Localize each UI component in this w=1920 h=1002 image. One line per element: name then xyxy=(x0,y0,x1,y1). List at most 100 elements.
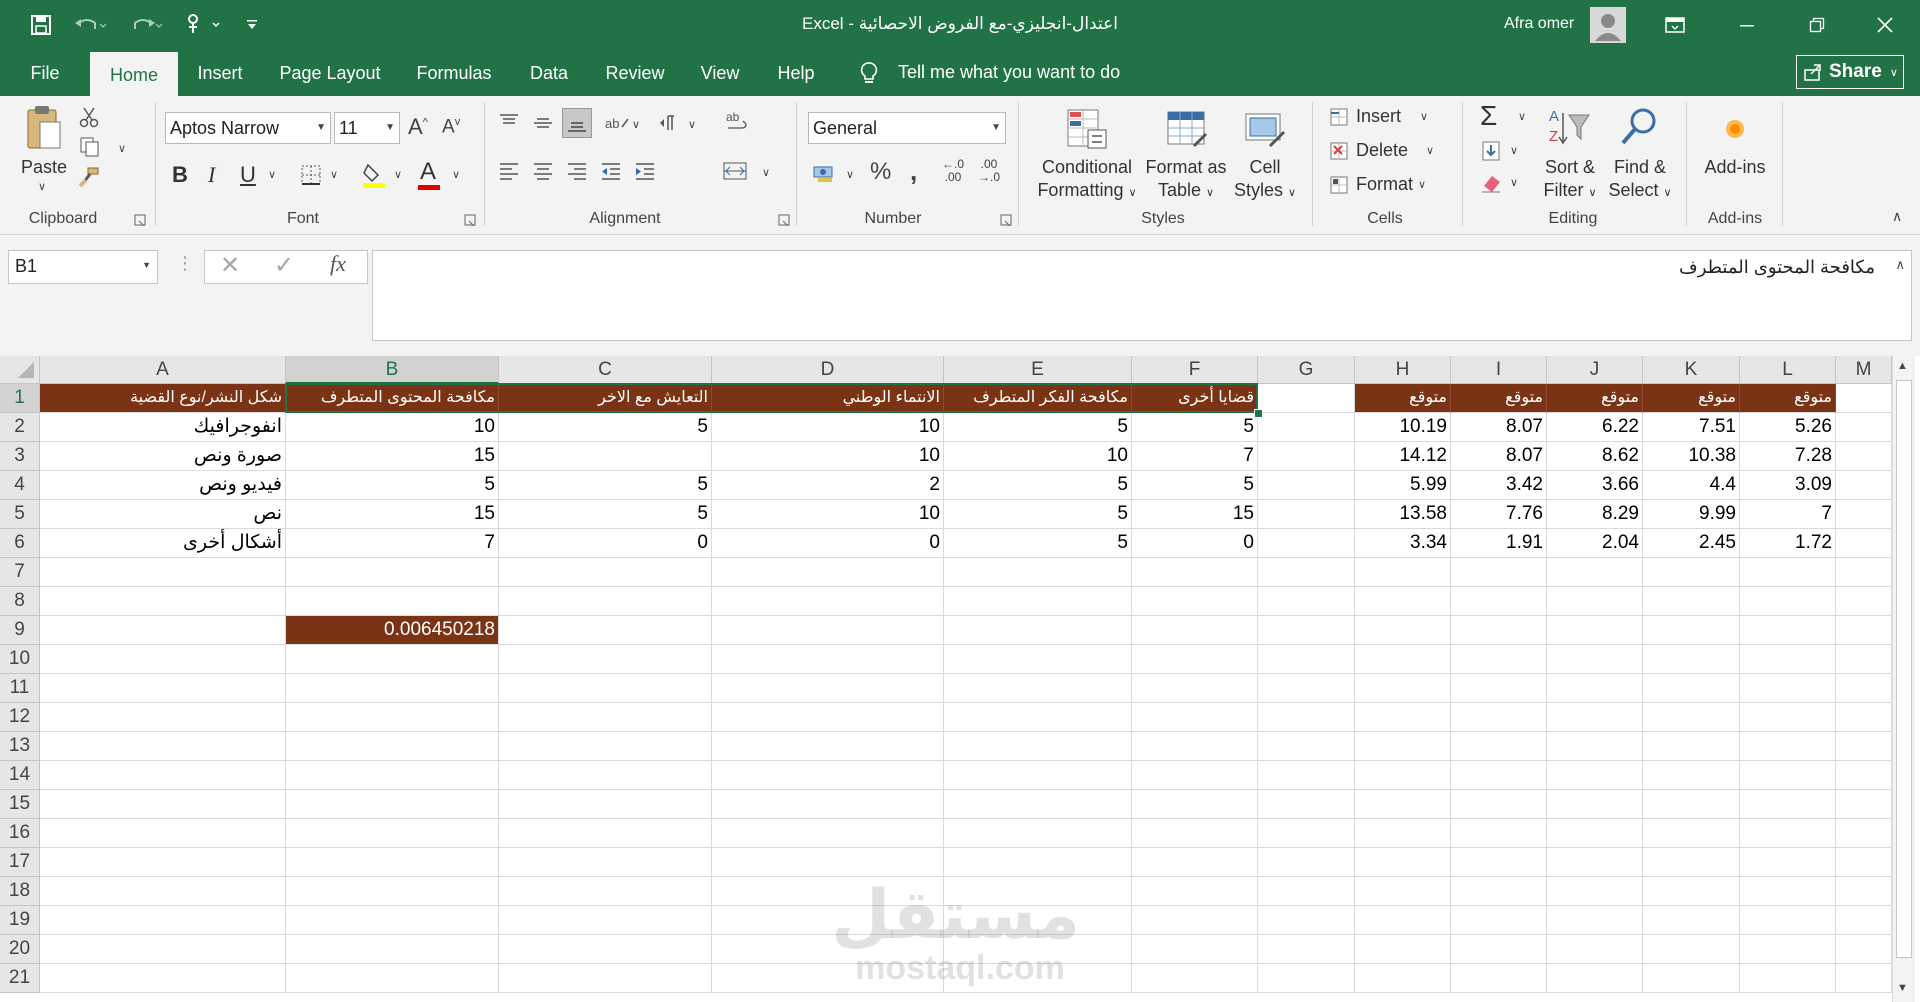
table-cell[interactable] xyxy=(1836,790,1892,819)
table-cell[interactable] xyxy=(1643,761,1740,790)
row-header[interactable]: 3 xyxy=(0,442,40,471)
table-cell[interactable] xyxy=(944,558,1132,587)
number-format-select[interactable]: General ▼ xyxy=(808,112,1006,144)
table-cell[interactable] xyxy=(1258,471,1355,500)
table-cell[interactable] xyxy=(286,964,499,993)
paste-icon[interactable] xyxy=(22,102,66,154)
value-cell[interactable]: 5 xyxy=(1132,471,1258,500)
table-cell[interactable] xyxy=(499,558,712,587)
table-cell[interactable] xyxy=(1258,645,1355,674)
row-header[interactable]: 18 xyxy=(0,877,40,906)
share-button[interactable]: Share ∨ xyxy=(1796,55,1904,89)
table-cell[interactable] xyxy=(286,587,499,616)
tab-formulas[interactable]: Formulas xyxy=(406,50,502,96)
tab-help[interactable]: Help xyxy=(766,50,826,96)
borders-icon[interactable] xyxy=(298,162,324,188)
table-cell[interactable] xyxy=(1258,500,1355,529)
table-cell[interactable] xyxy=(1836,471,1892,500)
header-cell[interactable]: الانتماء الوطني xyxy=(712,384,944,413)
tab-review[interactable]: Review xyxy=(596,50,674,96)
table-cell[interactable] xyxy=(944,587,1132,616)
bottom-align-icon[interactable] xyxy=(562,108,592,138)
table-cell[interactable] xyxy=(1258,703,1355,732)
table-cell[interactable] xyxy=(1132,616,1258,645)
chevron-down-icon[interactable]: ∨ xyxy=(632,118,640,131)
chevron-down-icon[interactable]: ∨ xyxy=(762,166,770,179)
table-cell[interactable] xyxy=(286,732,499,761)
table-cell[interactable] xyxy=(1451,616,1547,645)
table-cell[interactable] xyxy=(286,790,499,819)
table-cell[interactable] xyxy=(1836,703,1892,732)
row-header[interactable]: 13 xyxy=(0,732,40,761)
table-cell[interactable] xyxy=(1355,645,1451,674)
top-align-icon[interactable] xyxy=(496,110,522,136)
table-cell[interactable] xyxy=(40,964,286,993)
value-cell[interactable]: 0 xyxy=(1132,529,1258,558)
value-cell[interactable]: 5 xyxy=(499,413,712,442)
row-header[interactable]: 8 xyxy=(0,587,40,616)
table-cell[interactable] xyxy=(1740,645,1836,674)
column-header[interactable]: G xyxy=(1258,356,1355,384)
table-cell[interactable] xyxy=(1547,848,1643,877)
row-label-cell[interactable]: فيديو ونص xyxy=(40,471,286,500)
cell-styles-button[interactable]: Cell Styles ∨ xyxy=(1230,156,1300,205)
table-cell[interactable] xyxy=(1547,645,1643,674)
percent-style-button[interactable]: % xyxy=(870,158,891,186)
table-cell[interactable] xyxy=(1740,558,1836,587)
expected-header-cell[interactable]: متوقع xyxy=(1547,384,1643,413)
italic-button[interactable]: I xyxy=(208,162,215,188)
chevron-down-icon[interactable]: ∨ xyxy=(1518,110,1526,123)
table-cell[interactable] xyxy=(712,761,944,790)
underline-button[interactable]: U xyxy=(240,162,256,188)
scroll-down-icon[interactable]: ▼ xyxy=(1897,982,1908,994)
value-cell[interactable]: 15 xyxy=(286,442,499,471)
table-cell[interactable] xyxy=(499,761,712,790)
font-color-button[interactable]: A xyxy=(420,158,436,186)
expected-value-cell[interactable]: 1.91 xyxy=(1451,529,1547,558)
table-cell[interactable] xyxy=(1547,877,1643,906)
table-cell[interactable] xyxy=(1258,964,1355,993)
value-cell[interactable]: 15 xyxy=(286,500,499,529)
row-header[interactable]: 11 xyxy=(0,674,40,703)
table-cell[interactable] xyxy=(1643,616,1740,645)
value-cell[interactable] xyxy=(499,442,712,471)
table-cell[interactable] xyxy=(1643,790,1740,819)
expected-value-cell[interactable]: 7.76 xyxy=(1451,500,1547,529)
table-cell[interactable] xyxy=(944,819,1132,848)
grow-font-button[interactable]: A^ xyxy=(408,114,428,140)
table-cell[interactable] xyxy=(1132,790,1258,819)
table-cell[interactable] xyxy=(1451,935,1547,964)
expected-value-cell[interactable]: 8.29 xyxy=(1547,500,1643,529)
table-cell[interactable] xyxy=(1836,529,1892,558)
table-cell[interactable] xyxy=(1451,964,1547,993)
expected-value-cell[interactable]: 7 xyxy=(1740,500,1836,529)
align-right-icon[interactable] xyxy=(564,158,590,184)
table-cell[interactable] xyxy=(286,645,499,674)
format-as-table-icon[interactable] xyxy=(1164,106,1210,152)
table-cell[interactable] xyxy=(1547,935,1643,964)
expected-value-cell[interactable]: 4.4 xyxy=(1643,471,1740,500)
collapse-formula-bar-icon[interactable]: ∧ xyxy=(1895,257,1905,273)
customize-qat-icon[interactable] xyxy=(240,14,264,36)
text-direction-icon[interactable] xyxy=(656,110,682,136)
conditional-formatting-icon[interactable] xyxy=(1064,106,1110,152)
table-cell[interactable] xyxy=(40,877,286,906)
table-cell[interactable] xyxy=(712,587,944,616)
table-cell[interactable] xyxy=(944,616,1132,645)
table-cell[interactable] xyxy=(1740,848,1836,877)
table-cell[interactable] xyxy=(499,703,712,732)
chevron-down-icon[interactable]: ∨ xyxy=(118,142,126,155)
table-cell[interactable] xyxy=(40,645,286,674)
tab-data[interactable]: Data xyxy=(520,50,578,96)
cut-icon[interactable] xyxy=(76,104,102,130)
restore-icon[interactable] xyxy=(1802,10,1832,40)
value-cell[interactable]: 5 xyxy=(286,471,499,500)
format-cells-button[interactable]: Format xyxy=(1356,174,1413,195)
chevron-down-icon[interactable]: ∨ xyxy=(1418,178,1426,191)
delete-cells-icon[interactable] xyxy=(1328,140,1350,162)
table-cell[interactable] xyxy=(1836,732,1892,761)
chevron-down-icon[interactable]: ∨ xyxy=(1420,110,1428,123)
table-cell[interactable] xyxy=(944,732,1132,761)
table-cell[interactable] xyxy=(286,674,499,703)
value-cell[interactable]: 7 xyxy=(286,529,499,558)
